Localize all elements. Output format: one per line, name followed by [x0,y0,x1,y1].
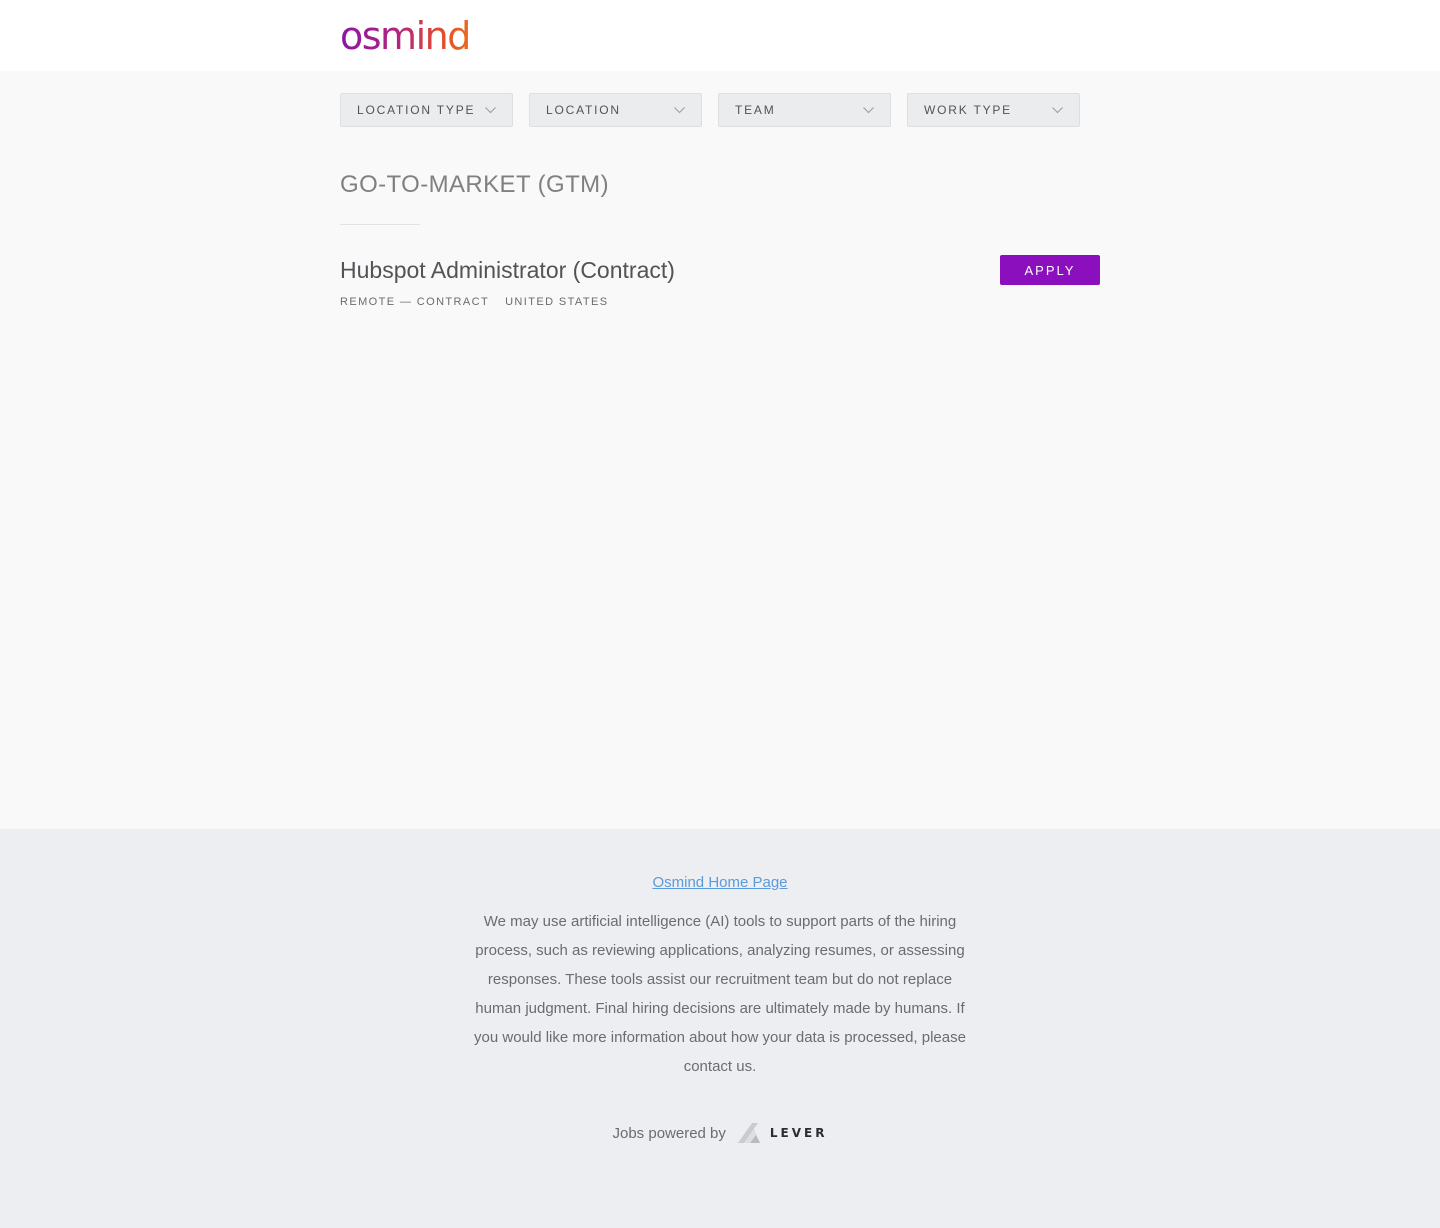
chevron-down-icon [862,104,874,116]
team-heading: GO-TO-MARKET (GTM) [340,171,609,198]
posting-location: UNITED STATES [505,296,609,308]
lever-logo[interactable]: LEVER [736,1121,828,1145]
lever-wordmark: LEVER [769,1126,828,1140]
filter-work-type[interactable]: WORK TYPE [907,93,1080,127]
chevron-down-icon [484,104,496,116]
filter-bar: LOCATION TYPE LOCATION TEAM WORK TYPE [340,93,1080,127]
chevron-down-icon [673,104,685,116]
lever-mark-icon [737,1123,760,1143]
home-link-wrapper: Osmind Home Page [0,874,1440,892]
osmind-home-page-link[interactable]: Osmind Home Page [652,874,787,891]
chevron-down-icon [1051,104,1063,116]
powered-by-text: Jobs powered by [612,1124,726,1142]
filter-location[interactable]: LOCATION [529,93,702,127]
posting-categories: REMOTE — CONTRACT UNITED STATES [340,296,624,308]
filter-label: LOCATION [546,103,621,117]
page-header: osmind [0,0,1440,71]
filter-label: LOCATION TYPE [357,103,476,117]
powered-by: Jobs powered by LEVER [0,1121,1440,1145]
heading-divider [340,224,420,225]
filter-team[interactable]: TEAM [718,93,891,127]
filter-label: TEAM [735,103,776,117]
job-posting: Hubspot Administrator (Contract) REMOTE … [340,255,1100,315]
postings-main: LOCATION TYPE LOCATION TEAM WORK TYPE GO… [0,71,1440,829]
page-footer: Osmind Home Page We may use artificial i… [0,829,1440,1228]
apply-button[interactable]: APPLY [1000,255,1100,285]
logo-text: osmind [340,14,471,58]
posting-commitment: REMOTE — CONTRACT [340,296,490,308]
osmind-logo[interactable]: osmind [340,14,471,58]
posting-title[interactable]: Hubspot Administrator (Contract) [340,255,675,285]
filter-location-type[interactable]: LOCATION TYPE [340,93,513,127]
ai-disclosure-text: We may use artificial intelligence (AI) … [474,913,966,1075]
filter-label: WORK TYPE [924,103,1012,117]
